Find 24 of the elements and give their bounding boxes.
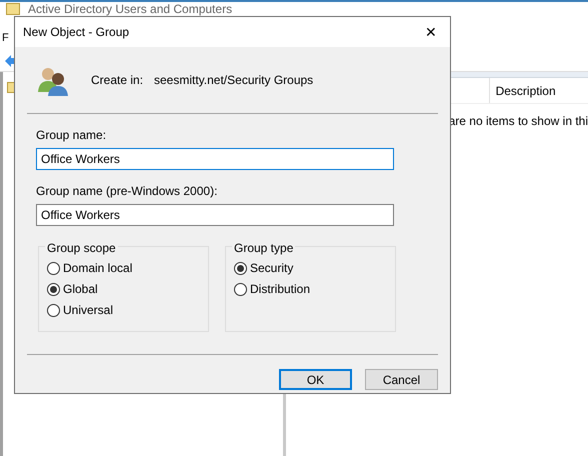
container-path: seesmitty.net/Security Groups	[154, 72, 314, 89]
text-field[interactable]: Office Workers	[36, 204, 394, 226]
radio-button[interactable]	[47, 262, 60, 274]
dialog-title: New Object - Group	[23, 24, 130, 41]
create-in-label: Create in:	[91, 72, 144, 89]
radio-button[interactable]	[47, 282, 60, 296]
radio-button[interactable]	[234, 262, 247, 274]
field-label: Group name (pre-Windows 2000):	[36, 183, 218, 200]
radio-label[interactable]: Security	[250, 259, 294, 277]
text-field[interactable]: Office Workers	[36, 148, 394, 170]
dialog-button[interactable]: OK	[279, 369, 352, 390]
radio-label[interactable]: Distribution	[250, 280, 310, 298]
radio-label[interactable]: Universal	[63, 301, 114, 319]
menu-item[interactable]: F	[2, 30, 9, 46]
dialog-button[interactable]: Cancel	[365, 369, 438, 390]
radio-button[interactable]	[47, 304, 60, 316]
field-label: Group name:	[36, 127, 108, 144]
radio-button[interactable]	[234, 282, 247, 296]
close-button[interactable]: ✕	[414, 19, 448, 45]
column-header[interactable]: Description	[490, 82, 556, 100]
radio-label[interactable]: Domain local	[63, 259, 132, 277]
radio-label[interactable]: Global	[63, 280, 98, 298]
window-title: Active Directory Users and Computers	[28, 2, 232, 16]
folder-icon	[6, 3, 20, 15]
